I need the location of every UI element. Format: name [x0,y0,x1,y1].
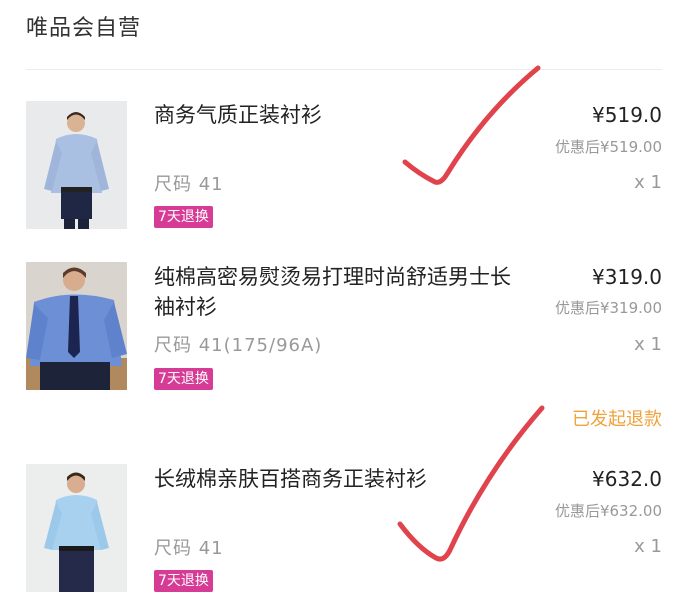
discounted-price: 优惠后¥519.00 [554,138,662,156]
discounted-price: 优惠后¥632.00 [554,502,662,520]
product-quantity: x 1 [634,536,662,557]
store-title: 唯品会自营 [26,16,142,41]
product-price: ¥519.0 [592,103,662,127]
return-policy-badge: 7天退换 [154,206,213,228]
divider [26,69,662,70]
product-quantity: x 1 [634,172,662,193]
discounted-price: 优惠后¥319.00 [554,299,662,317]
product-price: ¥319.0 [592,265,662,289]
product-size: 尺码 41 [154,174,224,195]
product-image[interactable] [26,464,127,592]
product-name[interactable]: 长绒棉亲肤百搭商务正装衬衫 [154,464,519,494]
return-policy-badge: 7天退换 [154,570,213,592]
return-policy-badge: 7天退换 [154,368,213,390]
product-quantity: x 1 [634,334,662,355]
product-size: 尺码 41 [154,538,224,559]
product-image[interactable] [26,101,127,229]
product-size: 尺码 41(175/96A) [154,335,323,356]
product-name[interactable]: 纯棉高密易熨烫易打理时尚舒适男士长袖衬衫 [154,262,519,322]
product-name[interactable]: 商务气质正装衬衫 [154,100,519,130]
product-image[interactable] [26,262,127,390]
refund-status[interactable]: 已发起退款 [572,405,662,431]
product-price: ¥632.0 [592,467,662,491]
